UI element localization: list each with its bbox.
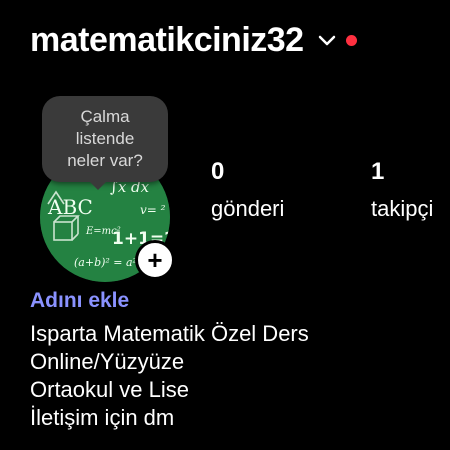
bio-line: Online/Yüzyüze — [30, 349, 185, 374]
posts-stat[interactable]: 0 gönderi — [211, 158, 284, 222]
svg-text:E=mc²: E=mc² — [85, 226, 121, 237]
bio-line: Ortaokul ve Lise — [30, 377, 189, 402]
chevron-down-icon[interactable] — [316, 29, 338, 51]
bio: Isparta Matematik Özel Ders Online/Yüzyü… — [30, 320, 309, 432]
notification-dot — [345, 34, 357, 46]
add-story-button[interactable]: + — [135, 240, 175, 280]
board-abc-text: ABC — [47, 195, 93, 219]
followers-label: takipçi — [371, 196, 434, 221]
posts-label: gönderi — [211, 196, 285, 221]
tooltip-text: Çalma listende neler var? — [67, 107, 143, 170]
playlist-tooltip[interactable]: Çalma listende neler var? — [42, 96, 168, 182]
bio-line: İletişim için dm — [30, 405, 175, 430]
followers-count: 1 — [371, 158, 385, 185]
posts-count: 0 — [211, 158, 225, 185]
profile-header: matematikciniz32 — [30, 18, 357, 62]
board-formula-text: (a+b)² = a² — [74, 256, 137, 269]
add-name-link[interactable]: Adını ekle — [30, 289, 129, 313]
svg-text:v= ²: v= ² — [140, 203, 166, 217]
username-switcher[interactable]: matematikciniz32 — [30, 21, 304, 60]
plus-icon: + — [147, 245, 163, 275]
bio-line: Isparta Matematik Özel Ders — [30, 321, 309, 346]
followers-stat[interactable]: 1 takipçi — [371, 158, 433, 222]
tooltip-tail — [88, 180, 108, 190]
